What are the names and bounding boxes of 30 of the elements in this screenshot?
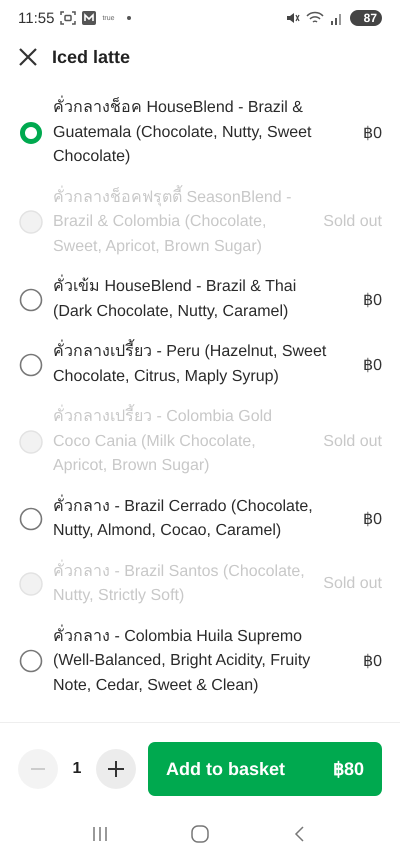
quantity: 1 bbox=[72, 760, 82, 778]
option-label: คั่วกลางเปรี้ยว - Peru (Hazelnut, Sweet Chocolate, Citrus, Maply Syrup) bbox=[53, 340, 335, 389]
option-label: คั่วเข้ม HouseBlend - Brazil & Thai (Dark Chocolate, Nutty, Caramel) bbox=[53, 275, 335, 324]
option-price: ฿0 bbox=[363, 290, 382, 310]
mail-app-icon bbox=[82, 11, 96, 25]
option-price: ฿0 bbox=[363, 356, 382, 374]
status-time: 11:55 bbox=[18, 10, 54, 26]
option-price: ฿0 bbox=[363, 510, 382, 529]
wifi-icon bbox=[306, 11, 324, 25]
radio-button[interactable] bbox=[19, 649, 43, 674]
plus-icon bbox=[106, 759, 126, 779]
option-label: คั่วกลางช็อค HouseBlend - Brazil & Guatemala (Chocolate, Nutty, Sweet Chocolate) bbox=[53, 96, 335, 170]
radio-button[interactable] bbox=[19, 288, 43, 312]
notification-dot bbox=[126, 16, 130, 20]
option-label: คั่วกลาง - Brazil Cerrado (Chocolate, Nutty, Almond, Cocao, Caramel) bbox=[53, 494, 335, 544]
radio-button[interactable] bbox=[19, 352, 43, 376]
radio-button[interactable] bbox=[19, 120, 43, 145]
minus-icon bbox=[31, 768, 45, 770]
mute-icon bbox=[286, 11, 300, 25]
increase-button[interactable] bbox=[96, 749, 136, 789]
signal-icon bbox=[330, 11, 344, 25]
screenshot-icon bbox=[60, 11, 76, 25]
battery-indicator: 87 bbox=[350, 10, 382, 26]
home-icon[interactable] bbox=[190, 824, 210, 844]
option-label: คั่วกลาง - Colombia Huila Supremo (Well-Balanced, Bright Acidity, Fruity Note, Cedar, Sweet & Clean) bbox=[53, 624, 335, 698]
radio-button[interactable] bbox=[19, 507, 43, 531]
option-price: ฿0 bbox=[363, 124, 382, 143]
option-price: ฿0 bbox=[363, 652, 382, 672]
item-title: Iced latte bbox=[52, 46, 130, 68]
add-to-basket-button[interactable]: Add to basket ฿80 bbox=[148, 742, 382, 796]
